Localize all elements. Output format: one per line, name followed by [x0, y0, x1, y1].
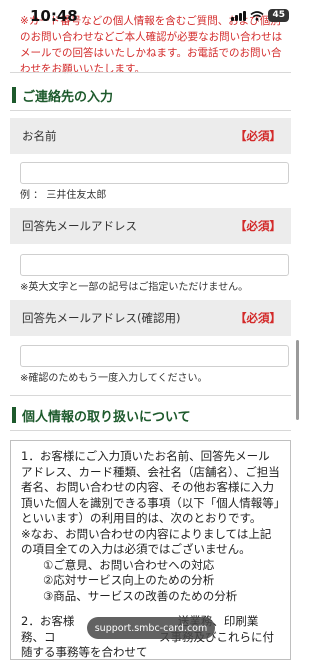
- divider: [10, 72, 291, 73]
- email-input[interactable]: [20, 254, 289, 276]
- name-label: お名前: [22, 129, 57, 143]
- privacy-section-title: 個人情報の取り扱いについて: [12, 406, 191, 425]
- email-confirm-hint: ※確認のためもう一度入力してください。: [20, 373, 208, 384]
- browser-url-bar[interactable]: support.smbc-card.com: [87, 617, 215, 639]
- email-confirm-input[interactable]: [20, 345, 289, 367]
- privacy-section-title-text: 個人情報の取り扱いについて: [22, 409, 191, 425]
- email-label-row: 回答先メールアドレス 【必須】: [10, 208, 291, 244]
- signal-icon: [231, 10, 247, 21]
- privacy-note: ※なお、お問い合わせの内容によりましては上記の項目全ての入力は必須ではございませ…: [21, 526, 272, 557]
- required-badge: 【必須】: [235, 311, 281, 325]
- email-confirm-label: 回答先メールアドレス(確認用): [22, 311, 181, 325]
- status-time: 10:48: [30, 7, 78, 25]
- section-marker: [12, 407, 16, 423]
- name-hint: 例 ： 三井住友太郎: [20, 190, 107, 201]
- email-confirm-label-row: 回答先メールアドレス(確認用) 【必須】: [10, 300, 291, 336]
- status-bar: 10:48 45: [0, 0, 301, 28]
- name-input[interactable]: [20, 162, 289, 184]
- required-badge: 【必須】: [235, 129, 281, 143]
- required-badge: 【必須】: [235, 219, 281, 233]
- email-hint: ※英大文字と一部の記号はご指定いただけません。: [20, 282, 249, 293]
- privacy-purpose-item: ③商品、サービスの改善のための分析: [43, 588, 238, 603]
- scrollbar[interactable]: [296, 340, 299, 420]
- privacy-purpose-item: ①ご意見、お問い合わせへの対応: [43, 557, 215, 572]
- battery-icon: 45: [268, 9, 289, 22]
- email-label: 回答先メールアドレス: [22, 219, 137, 233]
- divider: [10, 430, 291, 431]
- name-label-row: お名前 【必須】: [10, 118, 291, 154]
- privacy-purpose-item: ②応対サービス向上のための分析: [43, 573, 215, 587]
- section-marker: [12, 87, 16, 103]
- privacy-paragraph-1: 1．お客様にご入力頂いたお名前、回答先メールアドレス、カード種類、会社名（店舗名…: [21, 449, 280, 525]
- status-icons: 45: [231, 9, 289, 22]
- wifi-icon: [250, 10, 264, 21]
- divider: [10, 110, 291, 111]
- contact-section-title-text: ご連絡先の入力: [22, 89, 114, 105]
- contact-section-title: ご連絡先の入力: [12, 86, 114, 105]
- divider: [10, 395, 291, 396]
